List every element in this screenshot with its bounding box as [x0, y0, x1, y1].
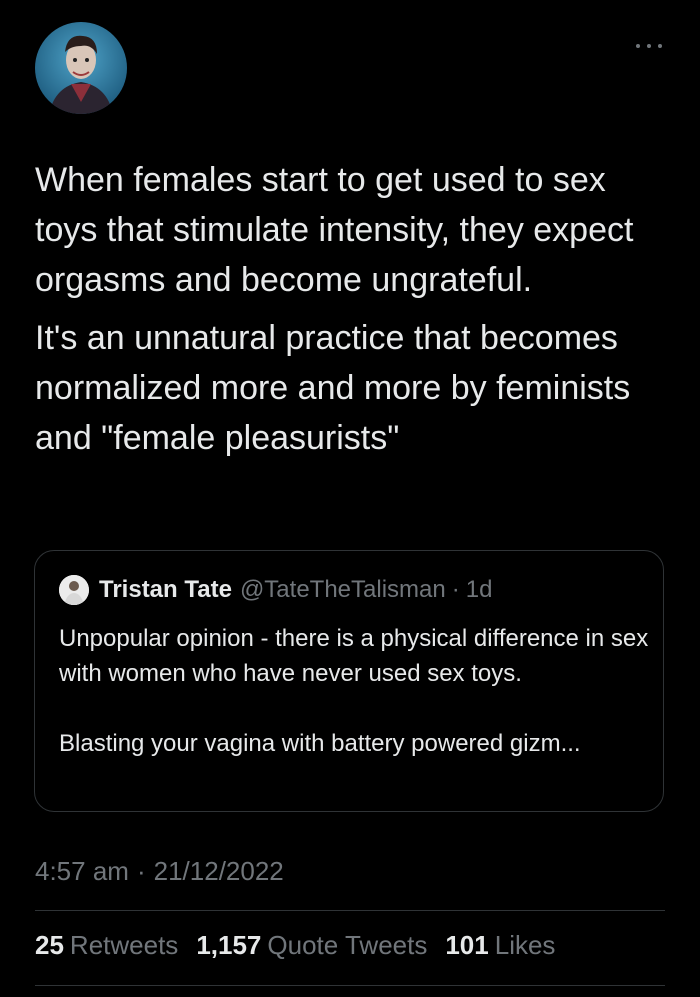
- quoted-tweet-text: Unpopular opinion - there is a physical …: [59, 621, 649, 761]
- retweets-count: 25: [35, 930, 64, 960]
- timestamp-separator: ·: [136, 856, 146, 886]
- quoted-tweet-header: Tristan Tate @TateTheTalisman · 1d: [59, 575, 492, 605]
- author-avatar[interactable]: [35, 22, 127, 114]
- likes-stat[interactable]: 101 Likes: [445, 930, 555, 961]
- engagement-stats: 25 Retweets 1,157 Quote Tweets 101 Likes: [35, 930, 555, 961]
- timestamp-date: 21/12/2022: [153, 856, 284, 886]
- quoted-author-name[interactable]: Tristan Tate: [99, 576, 232, 604]
- quote-tweets-stat[interactable]: 1,157 Quote Tweets: [196, 930, 427, 961]
- quoted-paragraph: Blasting your vagina with battery powere…: [59, 730, 581, 757]
- retweets-label: Retweets: [69, 930, 179, 960]
- quoted-tweet-card[interactable]: Tristan Tate @TateTheTalisman · 1d Unpop…: [34, 550, 664, 812]
- likes-count: 101: [445, 930, 489, 960]
- more-dot-icon: [636, 44, 640, 48]
- more-options-button[interactable]: [636, 36, 662, 56]
- quote-tweets-count: 1,157: [196, 930, 262, 960]
- divider: [35, 985, 665, 986]
- tweet-timestamp[interactable]: 4:57 am · 21/12/2022: [35, 856, 284, 887]
- quoted-author-handle[interactable]: @TateTheTalisman: [240, 576, 446, 604]
- divider: [35, 910, 665, 911]
- quoted-time: 1d: [465, 576, 493, 603]
- likes-label: Likes: [494, 930, 556, 960]
- tweet-text: When females start to get used to sex to…: [35, 155, 670, 471]
- quoted-author-avatar[interactable]: [59, 575, 89, 605]
- more-dot-icon: [647, 44, 651, 48]
- tweet-paragraph: It's an unnatural practice that becomes …: [35, 319, 631, 457]
- quoted-paragraph: Unpopular opinion - there is a physical …: [59, 625, 649, 687]
- more-dot-icon: [658, 44, 662, 48]
- quote-tweets-label: Quote Tweets: [267, 930, 428, 960]
- tweet-paragraph: When females start to get used to sex to…: [35, 161, 634, 299]
- timestamp-time: 4:57 am: [35, 856, 129, 886]
- retweets-stat[interactable]: 25 Retweets: [35, 930, 178, 961]
- quoted-separator: ·: [451, 576, 460, 603]
